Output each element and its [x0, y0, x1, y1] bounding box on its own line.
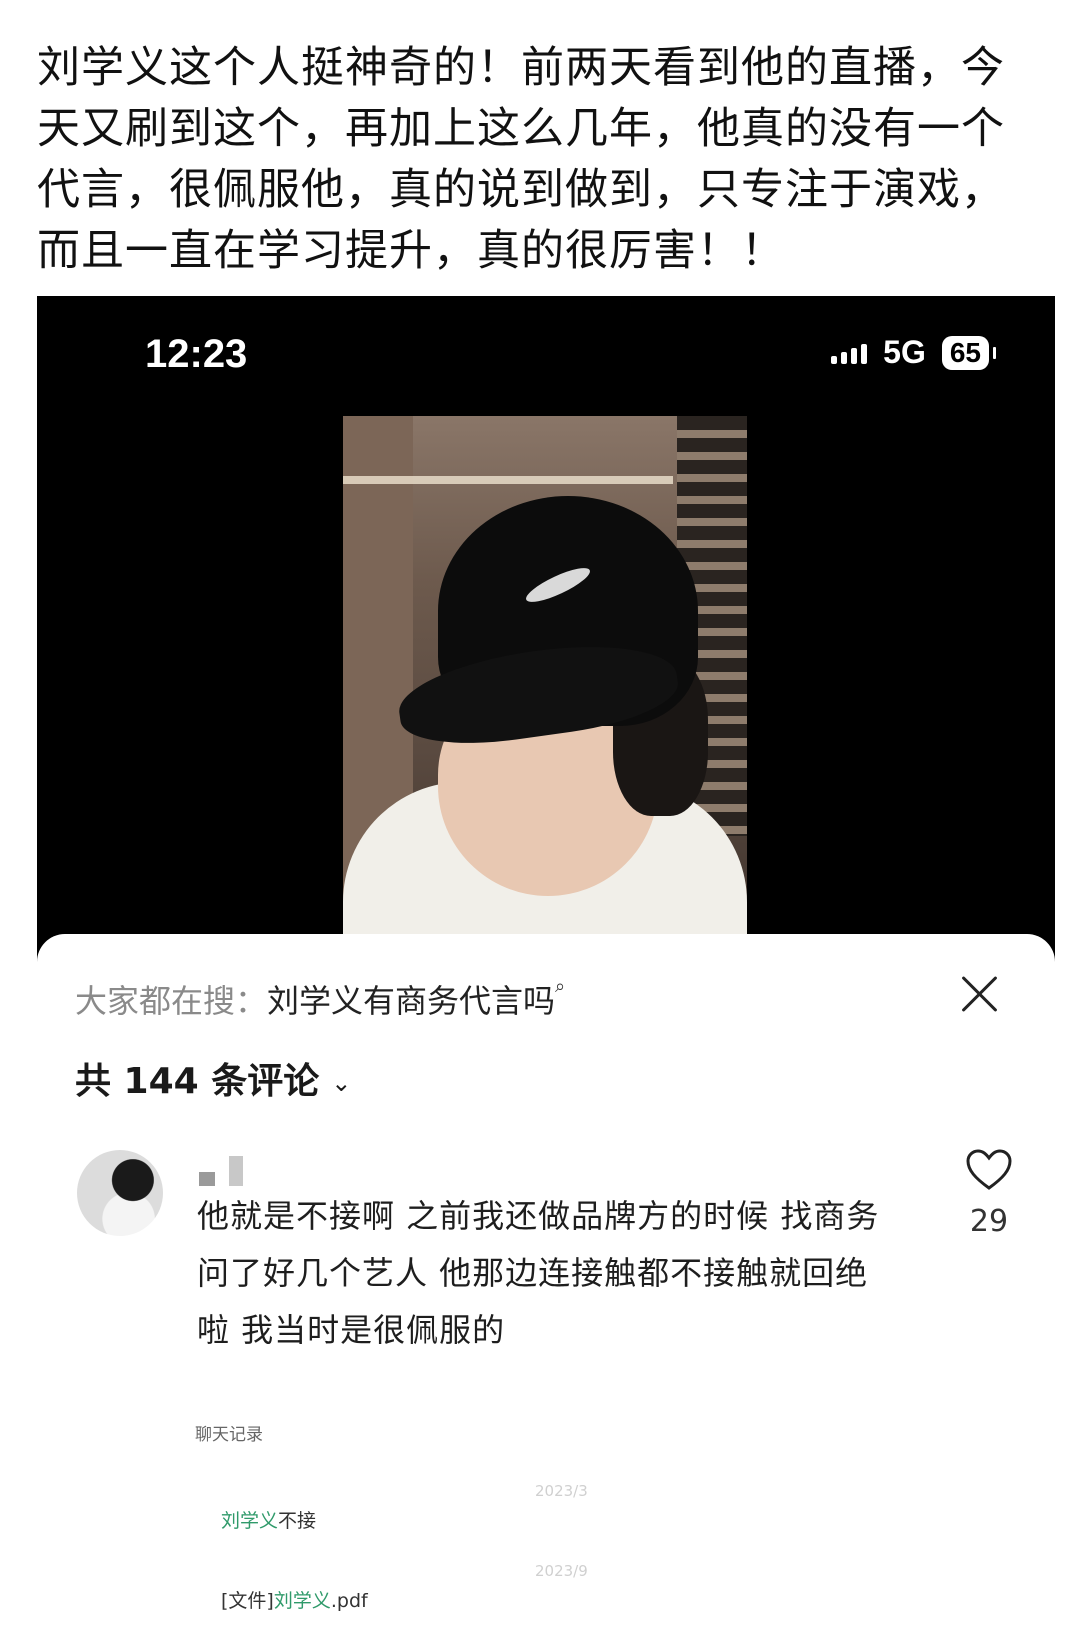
like-count: 29 — [969, 1204, 1009, 1239]
chat-message: 刘学义不接 — [221, 1506, 316, 1533]
search-suggestion[interactable]: 大家都在搜：刘学义有商务代言吗⌕ — [75, 976, 565, 1022]
comment-count[interactable]: 共 144 条评论 ⌄ — [75, 1052, 351, 1104]
comment-count-label: 共 144 条评论 — [75, 1061, 320, 1102]
video-light-strip — [343, 476, 673, 484]
like-button[interactable]: 29 — [959, 1148, 1019, 1239]
battery-icon: 65 — [941, 335, 997, 370]
video-frame[interactable] — [343, 416, 747, 972]
signal-icon — [831, 342, 868, 364]
comment-text: 他就是不接啊 之前我还做品牌方的时候 找商务问了好几个艺人 他那边连接触都不接触… — [197, 1197, 880, 1349]
redaction-block — [229, 1156, 243, 1186]
chat-date: 2023/9 — [535, 1562, 588, 1580]
post-text: 刘学义这个人挺神奇的！前两天看到他的直播，今天又刷到这个，再加上这么几年，他真的… — [37, 43, 1005, 276]
heart-icon — [959, 1148, 1019, 1196]
search-suggestion-label: 大家都在搜： — [75, 982, 268, 1020]
chat-record-title: 聊天记录 — [195, 1425, 263, 1445]
chat-date: 2023/3 — [535, 1482, 588, 1500]
network-type: 5G — [883, 334, 926, 370]
chat-file-prefix: [文件] — [221, 1590, 274, 1612]
chat-name-highlight: 刘学义 — [273, 1590, 331, 1612]
redaction-block — [199, 1172, 215, 1186]
search-icon: ⌕ — [555, 976, 566, 997]
chat-message-text: 不接 — [278, 1510, 317, 1532]
username-redacted[interactable] — [199, 1156, 243, 1186]
chat-file-message: [文件]刘学义.pdf — [221, 1586, 368, 1613]
avatar[interactable] — [77, 1150, 163, 1236]
chat-file-suffix: .pdf — [330, 1590, 368, 1612]
status-time: 12:23 — [145, 332, 248, 376]
chevron-down-icon: ⌄ — [331, 1069, 352, 1097]
close-icon[interactable] — [959, 974, 999, 1014]
embedded-screenshot: 12:23 5G 65 大家都在搜：刘学义有商务代言吗⌕ 共 144 条评论 ⌄ — [37, 296, 1055, 1635]
status-indicators: 5G 65 — [831, 334, 997, 371]
comments-sheet: 大家都在搜：刘学义有商务代言吗⌕ 共 144 条评论 ⌄ 他就是不接啊 之前我还做… — [37, 934, 1055, 1635]
chat-name-highlight: 刘学义 — [221, 1510, 279, 1532]
search-suggestion-query: 刘学义有商务代言吗 — [267, 982, 556, 1020]
